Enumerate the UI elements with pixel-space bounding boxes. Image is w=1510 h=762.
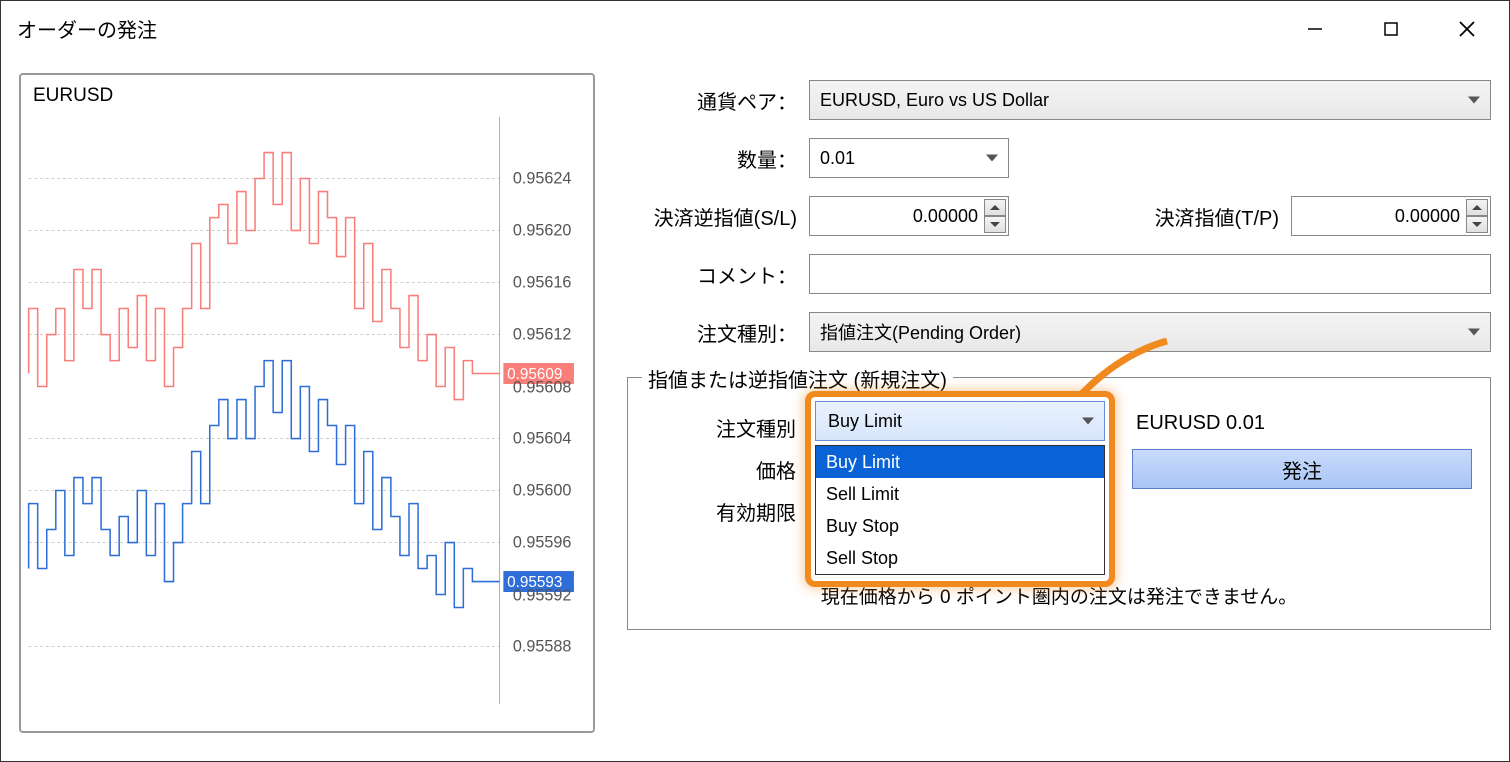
dropdown-option[interactable]: Buy Limit	[816, 446, 1104, 478]
sl-label: 決済逆指値(S/L)	[627, 202, 797, 231]
dropdown-option[interactable]: Sell Stop	[816, 542, 1104, 574]
svg-text:0.95620: 0.95620	[513, 221, 572, 239]
expiry-label: 有効期限	[646, 497, 796, 526]
chevron-down-icon	[1082, 418, 1094, 425]
dropdown-option[interactable]: Sell Limit	[816, 478, 1104, 510]
order-dialog: オーダーの発注 EURUSD 0.956240.956200.956160.95…	[0, 0, 1510, 762]
tick-chart: EURUSD 0.956240.956200.956160.956120.956…	[19, 73, 595, 733]
pending-type-options: Buy LimitSell LimitBuy StopSell Stop	[815, 445, 1105, 575]
sl-spinner[interactable]	[984, 199, 1006, 233]
maximize-button[interactable]	[1353, 1, 1429, 57]
comment-label: コメント：	[627, 260, 797, 289]
chart-symbol: EURUSD	[33, 85, 113, 107]
pending-type-selected: Buy Limit	[828, 411, 902, 432]
volume-combo[interactable]: 0.01	[809, 138, 1009, 178]
pending-symbol-volume: EURUSD 0.01	[1136, 412, 1265, 435]
close-button[interactable]	[1429, 1, 1505, 57]
sl-input[interactable]: 0.00000	[809, 196, 1009, 236]
chevron-down-icon	[1468, 329, 1480, 336]
symbol-label: 通貨ペア：	[627, 86, 797, 115]
minimize-button[interactable]	[1277, 1, 1353, 57]
symbol-value: EURUSD, Euro vs US Dollar	[820, 90, 1049, 111]
order-form: 通貨ペア： EURUSD, Euro vs US Dollar 数量： 0.01…	[627, 73, 1491, 745]
pending-type-dropdown[interactable]: Buy Limit Buy LimitSell LimitBuy StopSel…	[805, 391, 1115, 587]
comment-input[interactable]	[809, 254, 1491, 294]
chevron-down-icon	[1468, 97, 1480, 104]
svg-text:0.95604: 0.95604	[513, 429, 572, 447]
svg-text:0.95600: 0.95600	[513, 481, 572, 499]
svg-text:0.95588: 0.95588	[513, 637, 572, 655]
svg-text:0.95592: 0.95592	[513, 587, 572, 605]
titlebar: オーダーの発注	[1, 1, 1509, 57]
svg-text:0.95616: 0.95616	[513, 273, 572, 291]
window-title: オーダーの発注	[17, 14, 1277, 43]
tp-label: 決済指値(T/P)	[1155, 202, 1279, 231]
chart-canvas: 0.95624 0.95620 0.95616 0.95612 0.95604 0.956…	[21, 75, 593, 731]
price-label: 価格	[646, 455, 796, 484]
chevron-down-icon	[986, 155, 998, 162]
svg-text:0.95596: 0.95596	[513, 533, 572, 551]
svg-text:0.95624: 0.95624	[513, 169, 572, 187]
order-type-select[interactable]: 指値注文(Pending Order)	[809, 312, 1491, 352]
submit-button[interactable]: 発注	[1132, 449, 1472, 489]
pending-type-select-head[interactable]: Buy Limit	[815, 401, 1105, 441]
tp-spinner[interactable]	[1466, 199, 1488, 233]
window-controls	[1277, 1, 1505, 57]
svg-text:0.95612: 0.95612	[513, 325, 572, 343]
order-type-value: 指値注文(Pending Order)	[820, 319, 1021, 345]
pending-type-label: 注文種別	[646, 413, 796, 442]
volume-value: 0.01	[820, 148, 855, 169]
submit-label: 発注	[1282, 455, 1322, 484]
svg-text:0.95608: 0.95608	[513, 379, 572, 397]
tp-value: 0.00000	[1395, 206, 1460, 227]
dropdown-option[interactable]: Buy Stop	[816, 510, 1104, 542]
symbol-select[interactable]: EURUSD, Euro vs US Dollar	[809, 80, 1491, 120]
sl-value: 0.00000	[913, 206, 978, 227]
order-type-label: 注文種別：	[627, 318, 797, 347]
pending-legend: 指値または逆指値注文 (新規注文)	[642, 364, 953, 393]
tp-input[interactable]: 0.00000	[1291, 196, 1491, 236]
volume-label: 数量：	[627, 144, 797, 173]
